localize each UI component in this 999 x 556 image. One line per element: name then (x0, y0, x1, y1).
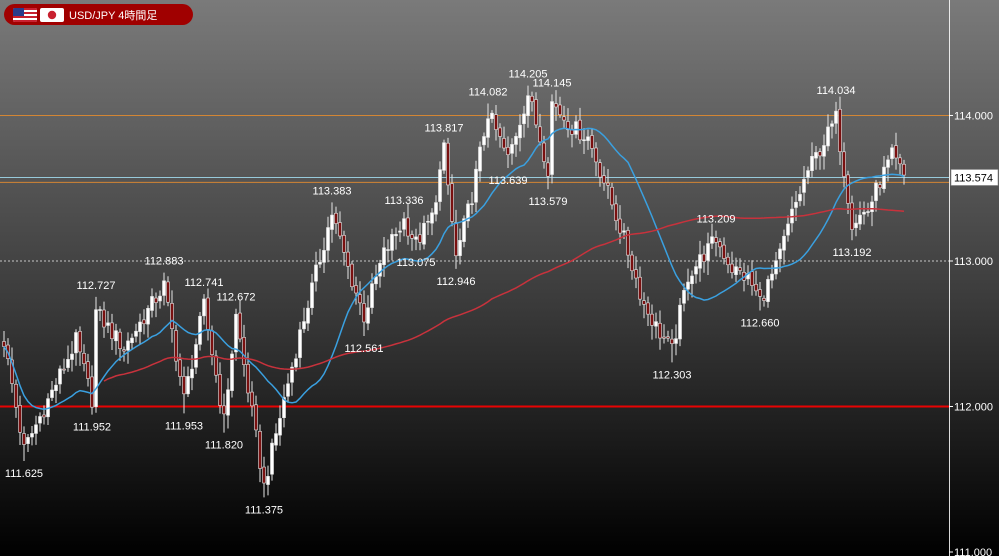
swing-price-label: 113.639 (489, 175, 528, 187)
swing-price-label: 111.953 (165, 420, 203, 432)
candlestick-chart[interactable]: 111.625 111.952 112.727 112.883 111.953 112.7… (0, 0, 999, 556)
swing-price-label: 113.817 (425, 123, 464, 135)
chart-background (0, 0, 999, 556)
candle (94, 296, 98, 413)
swing-price-label: 112.727 (77, 280, 116, 292)
swing-price-label: 112.672 (217, 292, 256, 304)
pair-title: USD/JPY 4時間足 (69, 9, 158, 22)
chart-panel[interactable]: 111.625 111.952 112.727 112.883 111.953 112.7… (0, 0, 999, 556)
swing-price-label: 112.561 (345, 343, 384, 355)
current-price-label: 113.574 (954, 172, 993, 184)
currency-pair-badge[interactable]: USD/JPY 4時間足 (4, 4, 193, 25)
candle (678, 298, 682, 347)
swing-price-label: 111.375 (245, 504, 283, 516)
y-tick-label: 114.000 (954, 110, 993, 122)
swing-price-label: 112.946 (437, 276, 476, 288)
swing-price-label: 113.336 (385, 195, 424, 207)
swing-price-label: 111.625 (5, 468, 43, 480)
candle (270, 438, 274, 481)
candle (350, 261, 354, 291)
us-flag-icon (13, 7, 37, 22)
swing-price-label: 114.034 (817, 85, 856, 97)
swing-price-label: 113.209 (697, 214, 736, 226)
swing-price-label: 113.192 (833, 247, 872, 259)
swing-price-label: 113.075 (397, 257, 436, 269)
swing-price-label: 113.383 (313, 185, 352, 197)
swing-price-label: 111.952 (73, 422, 111, 434)
candle (550, 94, 554, 184)
candle (442, 139, 446, 174)
japan-flag-icon (40, 7, 64, 22)
swing-price-label: 112.303 (653, 369, 692, 381)
swing-price-label: 112.883 (145, 256, 184, 268)
y-tick-label: 111.000 (954, 547, 992, 556)
swing-price-label: 112.741 (185, 277, 224, 289)
swing-price-label: 114.082 (469, 87, 508, 99)
swing-price-label: 114.145 (533, 77, 572, 89)
y-tick-label: 113.000 (954, 256, 993, 268)
swing-price-label: 112.660 (741, 317, 780, 329)
y-tick-label: 112.000 (954, 401, 993, 413)
swing-price-label: 111.820 (205, 440, 243, 452)
swing-price-label: 113.579 (529, 196, 568, 208)
candle (230, 350, 234, 398)
